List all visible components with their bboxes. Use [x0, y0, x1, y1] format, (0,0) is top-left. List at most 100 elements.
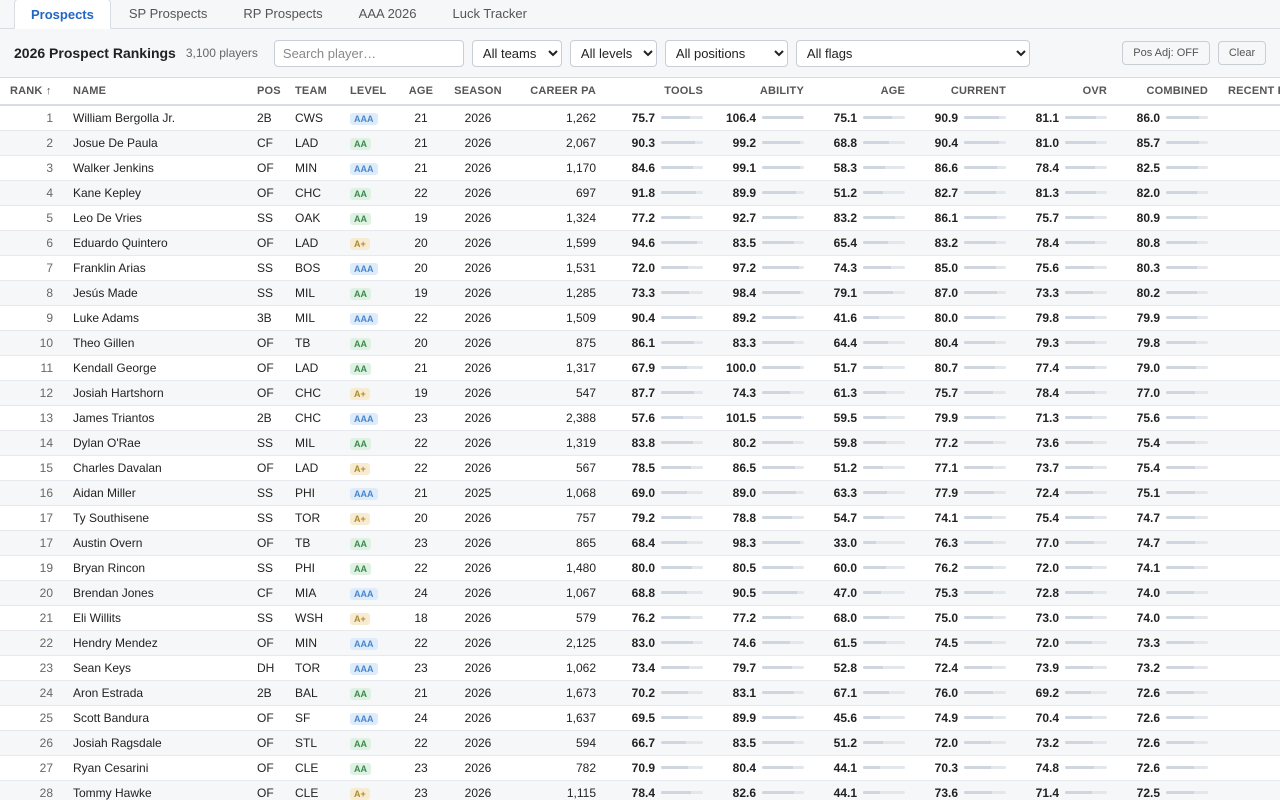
- score-bar: [863, 491, 905, 494]
- flags-filter[interactable]: All flags: [795, 39, 1030, 67]
- col-rank[interactable]: RANK ↑: [0, 78, 59, 106]
- player-name[interactable]: Franklin Arias: [59, 255, 251, 281]
- table-row[interactable]: 19 Bryan Rincon SS PHI AA 22 2026 1,480 80.0 80.5…: [0, 555, 1280, 581]
- table-row[interactable]: 5 Leo De Vries SS OAK AA 19 2026 1,324 77.2 92.7 8…: [0, 205, 1280, 231]
- table-row[interactable]: 21 Eli Willits SS WSH A+ 18 2026 579 76.2 77.2 68.…: [0, 605, 1280, 631]
- age-cell: 21: [401, 355, 441, 381]
- player-name[interactable]: Sean Keys: [59, 655, 251, 681]
- player-name[interactable]: Scott Bandura: [59, 705, 251, 731]
- table-row[interactable]: 8 Jesús Made SS MIL AA 19 2026 1,285 73.3 98.4 79.…: [0, 280, 1280, 306]
- table-row[interactable]: 27 Ryan Cesarini OF CLE AA 23 2026 782 70.9 80.4 4…: [0, 755, 1280, 781]
- table-row[interactable]: 13 James Triantos 2B CHC AAA 23 2026 2,388 57.6 1…: [0, 405, 1280, 431]
- table-row[interactable]: 22 Hendry Mendez OF MIN AAA 22 2026 2,125 83.0 74…: [0, 630, 1280, 656]
- table-row[interactable]: 2 Josue De Paula CF LAD AA 21 2026 2,067 90.3 99.…: [0, 130, 1280, 156]
- player-name[interactable]: Charles Davalan: [59, 455, 251, 481]
- score-bar: [661, 616, 703, 619]
- player-name[interactable]: Aidan Miller: [59, 480, 251, 506]
- player-name[interactable]: Josue De Paula: [59, 130, 251, 156]
- col-name[interactable]: NAME: [59, 78, 251, 106]
- score-bar-fill: [661, 366, 687, 369]
- col-tools[interactable]: TOOLS: [608, 78, 709, 106]
- player-name[interactable]: Austin Overn: [59, 530, 251, 556]
- player-name[interactable]: Hendry Mendez: [59, 630, 251, 656]
- player-name[interactable]: Ty Southisene: [59, 505, 251, 531]
- player-name[interactable]: Brendan Jones: [59, 580, 251, 606]
- table-row[interactable]: 12 Josiah Hartshorn OF CHC A+ 19 2026 547 87.7 74…: [0, 380, 1280, 406]
- player-name[interactable]: Kendall George: [59, 355, 251, 381]
- player-name[interactable]: Eli Willits: [59, 605, 251, 631]
- col-pos[interactable]: POS: [251, 78, 295, 106]
- score-value: 47.0: [833, 585, 857, 600]
- player-name[interactable]: Josiah Ragsdale: [59, 730, 251, 756]
- score-bar: [1065, 691, 1107, 694]
- tab-rp-prospects[interactable]: RP Prospects: [225, 0, 340, 28]
- col-age[interactable]: AGE: [401, 78, 441, 106]
- table-row[interactable]: 17 Ty Southisene SS TOR A+ 20 2026 757 79.2 78.8 5…: [0, 505, 1280, 531]
- table-row[interactable]: 7 Franklin Arias SS BOS AAA 20 2026 1,531 72.0 97…: [0, 255, 1280, 281]
- player-name[interactable]: Josiah Hartshorn: [59, 380, 251, 406]
- player-name[interactable]: Ryan Cesarini: [59, 755, 251, 781]
- table-row[interactable]: 10 Theo Gillen OF TB AA 20 2026 875 86.1 83.3 64.4…: [0, 330, 1280, 356]
- player-name[interactable]: William Bergolla Jr.: [59, 105, 251, 131]
- player-name[interactable]: James Triantos: [59, 405, 251, 431]
- table-row[interactable]: 6 Eduardo Quintero OF LAD A+ 20 2026 1,599 94.6 8…: [0, 230, 1280, 256]
- table-row[interactable]: 20 Brendan Jones CF MIA AAA 24 2026 1,067 68.8 90…: [0, 580, 1280, 606]
- tab-prospects[interactable]: Prospects: [14, 0, 111, 29]
- positions-filter[interactable]: All positions: [664, 39, 788, 67]
- table-row[interactable]: 26 Josiah Ragsdale OF STL AA 22 2026 594 66.7 83.…: [0, 730, 1280, 756]
- col-age-score[interactable]: AGE: [810, 78, 911, 106]
- table-row[interactable]: 3 Walker Jenkins OF MIN AAA 21 2026 1,170 84.6 99…: [0, 155, 1280, 181]
- table-row[interactable]: 25 Scott Bandura OF SF AAA 24 2026 1,637 69.5 89.…: [0, 705, 1280, 731]
- table-row[interactable]: 1 William Bergolla Jr. 2B CWS AAA 21 2026 1,262…: [0, 105, 1280, 131]
- teams-filter[interactable]: All teams: [471, 39, 562, 67]
- levels-filter[interactable]: All levels: [569, 39, 657, 67]
- score-bar-fill: [762, 441, 793, 444]
- search-input[interactable]: [273, 39, 464, 67]
- table-row[interactable]: 9 Luke Adams 3B MIL AAA 22 2026 1,509 90.4 89.2 41…: [0, 305, 1280, 331]
- score-bar: [1065, 641, 1107, 644]
- player-name[interactable]: Bryan Rincon: [59, 555, 251, 581]
- player-name[interactable]: Theo Gillen: [59, 330, 251, 356]
- score-bar-fill: [964, 641, 993, 644]
- table-row[interactable]: 4 Kane Kepley OF CHC AA 22 2026 697 91.8 89.9 51.2…: [0, 180, 1280, 206]
- current-cell: 77.1: [911, 455, 1012, 481]
- score-value: 79.7: [732, 660, 756, 675]
- table-row[interactable]: 24 Aron Estrada 2B BAL AA 21 2026 1,673 70.2 83.1…: [0, 680, 1280, 706]
- table-row[interactable]: 15 Charles Davalan OF LAD A+ 22 2026 567 78.5 86.…: [0, 455, 1280, 481]
- player-name[interactable]: Luke Adams: [59, 305, 251, 331]
- table-row[interactable]: 28 Tommy Hawke OF CLE A+ 23 2026 1,115 78.4 82.6 4…: [0, 780, 1280, 800]
- col-recent[interactable]: RECENT F: [1214, 78, 1280, 106]
- table-row[interactable]: 14 Dylan O'Rae SS MIL AA 22 2026 1,319 83.8 80.2 5…: [0, 430, 1280, 456]
- player-name[interactable]: Walker Jenkins: [59, 155, 251, 181]
- score-bar: [964, 566, 1006, 569]
- table-row[interactable]: 23 Sean Keys DH TOR AAA 23 2026 1,062 73.4 79.7 52…: [0, 655, 1280, 681]
- tab-sp-prospects[interactable]: SP Prospects: [111, 0, 226, 28]
- col-career-pa[interactable]: CAREER PA: [515, 78, 608, 106]
- player-name[interactable]: Kane Kepley: [59, 180, 251, 206]
- player-name[interactable]: Dylan O'Rae: [59, 430, 251, 456]
- score-value: 73.3: [1035, 285, 1059, 300]
- career-pa-cell: 1,509: [515, 305, 608, 331]
- table-row[interactable]: 16 Aidan Miller SS PHI AAA 21 2025 1,068 69.0 89.…: [0, 480, 1280, 506]
- player-name[interactable]: Aron Estrada: [59, 680, 251, 706]
- tab-luck-tracker[interactable]: Luck Tracker: [434, 0, 544, 28]
- table-row[interactable]: 17 Austin Overn OF TB AA 23 2026 865 68.4 98.3 33.…: [0, 530, 1280, 556]
- col-ovr[interactable]: OVR: [1012, 78, 1113, 106]
- score-bar: [1166, 216, 1208, 219]
- pos-adj-toggle[interactable]: Pos Adj: OFF: [1122, 41, 1210, 65]
- col-season[interactable]: SEASON: [441, 78, 515, 106]
- player-name[interactable]: Tommy Hawke: [59, 780, 251, 800]
- col-current[interactable]: CURRENT: [911, 78, 1012, 106]
- table-row[interactable]: 11 Kendall George OF LAD AA 21 2026 1,317 67.9 10…: [0, 355, 1280, 381]
- tab-aaa-2026[interactable]: AAA 2026: [341, 0, 435, 28]
- col-team[interactable]: TEAM: [295, 78, 348, 106]
- col-level[interactable]: LEVEL: [348, 78, 401, 106]
- player-name[interactable]: Leo De Vries: [59, 205, 251, 231]
- score-value: 74.7: [1136, 535, 1160, 550]
- player-name[interactable]: Jesús Made: [59, 280, 251, 306]
- col-ability[interactable]: ABILITY: [709, 78, 810, 106]
- col-combined[interactable]: COMBINED: [1113, 78, 1214, 106]
- clear-button[interactable]: Clear: [1218, 41, 1266, 65]
- score-value: 73.9: [1035, 660, 1059, 675]
- player-name[interactable]: Eduardo Quintero: [59, 230, 251, 256]
